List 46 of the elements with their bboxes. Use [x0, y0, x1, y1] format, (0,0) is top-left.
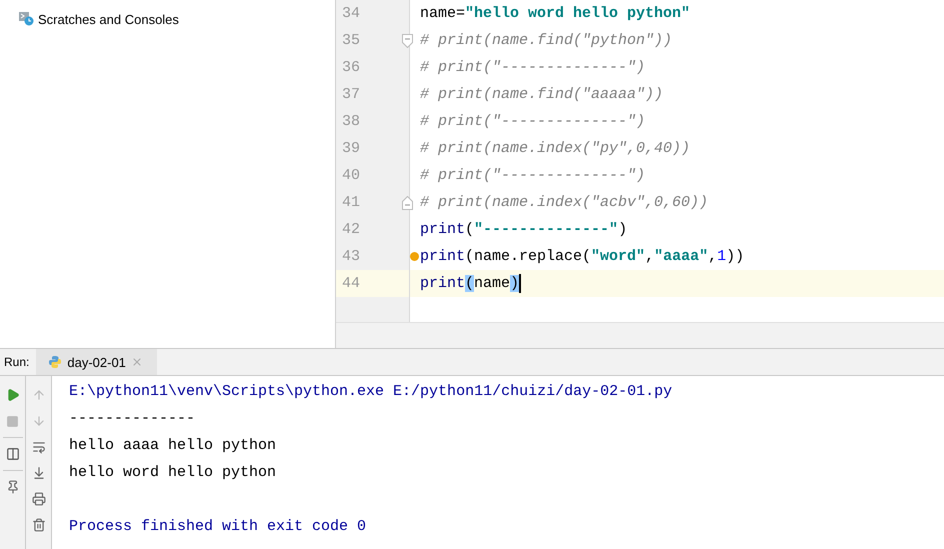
line-number: 43 — [342, 248, 360, 265]
soft-wrap-icon[interactable] — [32, 440, 46, 454]
text-caret — [519, 274, 522, 293]
console-line: hello aaaa hello python — [69, 436, 278, 456]
fold-marker-icon[interactable] — [402, 196, 413, 210]
console-line: E:\python11\venv\Scripts\python.exe E:/python11/chuizi/day-02-01.py — [69, 382, 674, 402]
code-line: # print("--------------") — [420, 59, 646, 76]
code-line: print(name) — [420, 274, 522, 293]
line-number: 44 — [342, 275, 360, 292]
code-line: # print(name.index("acbv",0,60)) — [420, 194, 708, 211]
line-number: 37 — [342, 86, 360, 103]
layout-icon[interactable] — [6, 447, 20, 461]
console-line: hello word hello python — [69, 463, 278, 483]
run-tab[interactable]: day-02-01 — [36, 349, 157, 375]
trash-icon[interactable] — [32, 518, 46, 532]
line-number: 42 — [342, 221, 360, 238]
fold-marker-icon[interactable] — [402, 34, 413, 48]
scroll-to-end-icon[interactable] — [32, 466, 46, 480]
line-number: 35 — [342, 32, 360, 49]
tab-label: day-02-01 — [67, 354, 126, 370]
code-line: # print(name.index("py",0,40)) — [420, 140, 690, 157]
line-number: 39 — [342, 140, 360, 157]
line-number: 41 — [342, 194, 360, 211]
scratch-console-icon — [19, 12, 34, 26]
print-icon[interactable] — [32, 492, 46, 506]
line-number: 34 — [342, 5, 360, 22]
run-icon[interactable] — [6, 388, 20, 402]
line-number: 38 — [342, 113, 360, 130]
code-line: print("--------------") — [420, 221, 628, 238]
code-line: # print("--------------") — [420, 113, 646, 130]
code-line: print(name.replace("word","aaaa",1)) — [420, 248, 744, 265]
console-line: Process finished with exit code 0 — [69, 517, 368, 537]
code-line: # print(name.find("aaaaa")) — [420, 86, 664, 103]
line-number: 40 — [342, 167, 360, 184]
code-line: name="hello word hello python" — [420, 5, 690, 22]
run-label: Run: — [4, 355, 30, 369]
python-logo-icon — [48, 355, 62, 369]
bulb-icon[interactable] — [410, 252, 419, 261]
code-line: # print(name.find("python")) — [420, 32, 672, 49]
close-icon[interactable] — [130, 356, 143, 368]
line-number: 36 — [342, 59, 360, 76]
pin-icon[interactable] — [6, 480, 20, 494]
code-line: # print("--------------") — [420, 167, 646, 184]
console-line: -------------- — [69, 409, 196, 429]
stop-icon[interactable] — [6, 414, 19, 428]
tree-item[interactable]: Scratches and Consoles — [38, 12, 179, 26]
